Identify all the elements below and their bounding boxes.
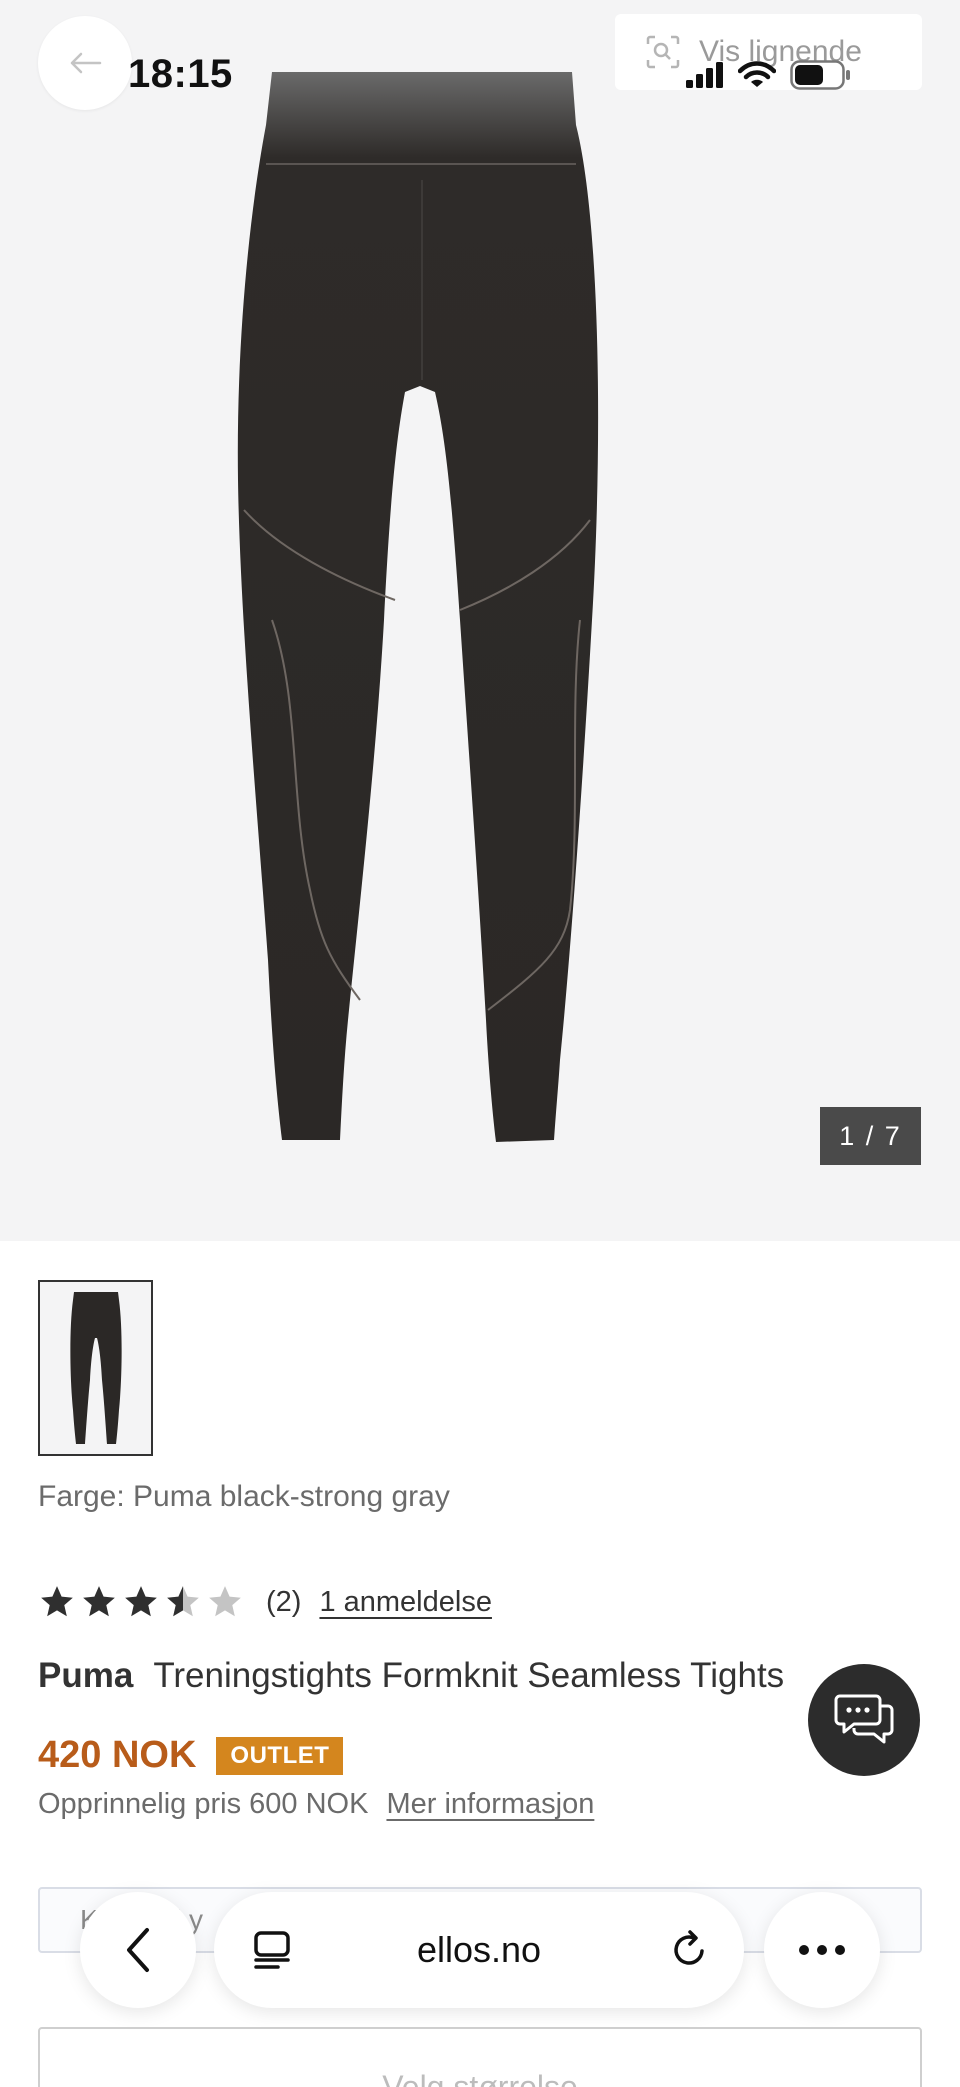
size-select-label: Velg størrelse [382, 2069, 578, 2087]
back-button[interactable] [38, 16, 132, 110]
star-full-icon [125, 1586, 157, 1617]
status-icons [686, 60, 852, 90]
reload-icon[interactable] [668, 1929, 710, 1971]
chat-icon [834, 1694, 894, 1744]
battery-icon [790, 60, 850, 90]
product-title: Puma Treningstights Formknit Seamless Ti… [38, 1656, 938, 1696]
star-rating [38, 1583, 244, 1621]
price-row: 420 NOK OUTLET [38, 1734, 344, 1777]
rating-row: (2) 1 anmeldelse [38, 1580, 492, 1624]
star-full-icon [41, 1586, 73, 1617]
product-image [237, 72, 599, 1142]
product-name: Treningstights Formknit Seamless Tights [153, 1656, 785, 1695]
more-options-button[interactable] [764, 1892, 880, 2008]
color-label: Farge: Puma black-strong gray [38, 1480, 450, 1513]
star-half-icon [167, 1586, 199, 1617]
more-dots-icon [799, 1945, 845, 1955]
cellular-signal-icon [686, 62, 723, 88]
status-bar: 18:15 Vis lignende [0, 0, 960, 150]
original-price-row: Opprinnelig pris 600 NOK Mer informasjon [38, 1788, 594, 1821]
wifi-icon [738, 61, 776, 87]
reviews-link[interactable]: 1 anmeldelse [319, 1586, 492, 1619]
original-price: Opprinnelig pris 600 NOK [38, 1788, 369, 1820]
current-price: 420 NOK [38, 1734, 197, 1776]
brand-name[interactable]: Puma [38, 1656, 133, 1696]
address-bar[interactable]: ellos.no [214, 1892, 744, 2008]
visual-search-icon [646, 35, 680, 69]
star-empty-icon [209, 1586, 241, 1617]
image-counter: 1 / 7 [820, 1107, 921, 1165]
size-select[interactable]: Velg størrelse [38, 2027, 922, 2087]
outlet-badge: OUTLET [216, 1736, 344, 1775]
rating-count: (2) [266, 1585, 302, 1618]
thumbnail-image [69, 1292, 122, 1444]
browser-back-button[interactable] [80, 1892, 196, 2008]
star-full-icon [83, 1586, 115, 1617]
chat-button[interactable] [808, 1664, 920, 1776]
status-time: 18:15 [128, 52, 233, 96]
more-info-link[interactable]: Mer informasjon [386, 1788, 594, 1821]
product-image-gallery[interactable]: 1 / 7 [0, 0, 960, 1241]
url-text: ellos.no [416, 1929, 542, 1970]
arrow-left-icon [70, 52, 102, 74]
chevron-left-icon [127, 1928, 149, 1972]
thumbnail-1[interactable] [38, 1280, 153, 1456]
